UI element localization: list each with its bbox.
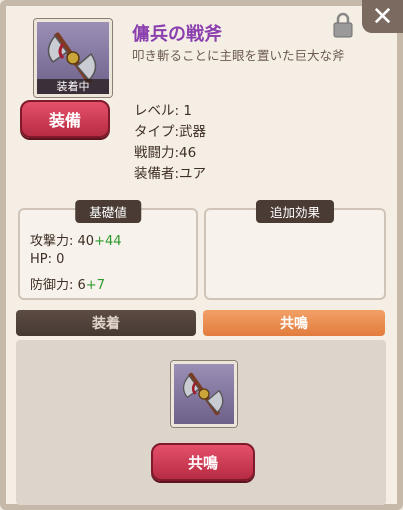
owner-text: 装備者:ユア <box>134 166 207 182</box>
equip-button[interactable]: 装備 <box>20 100 110 138</box>
hp-row: HP: 0 <box>30 252 65 267</box>
close-icon: ✕ <box>371 1 394 32</box>
base-values-box: 基礎値 攻撃力: 40+44 HP: 0 防御力: 6+7 <box>18 200 198 300</box>
power-text: 戦闘力:46 <box>134 145 197 161</box>
defense-bonus: +7 <box>85 278 105 293</box>
defense-value: 防御力: 6 <box>30 278 86 293</box>
tab-equip[interactable]: 装着 <box>16 310 196 336</box>
type-text: タイプ:武器 <box>134 124 207 140</box>
attack-row: 攻撃力: 40+44 <box>30 230 122 249</box>
item-icon-frame: 装着中 <box>34 19 112 97</box>
attack-bonus: +44 <box>94 234 122 249</box>
item-name: 傭兵の戦斧 <box>132 24 222 45</box>
extra-effects-box: 追加効果 <box>204 200 386 300</box>
close-button[interactable]: ✕ <box>362 0 403 33</box>
defense-row: 防御力: 6+7 <box>30 274 105 293</box>
extra-effects-label: 追加効果 <box>255 200 335 223</box>
tab-resonance[interactable]: 共鳴 <box>203 310 385 336</box>
item-description: 叩き斬ることに主眼を置いた巨大な斧 <box>132 48 345 63</box>
level-text: レベル: 1 <box>134 103 192 119</box>
attack-value: 攻撃力: 40 <box>30 234 95 249</box>
resonance-item-slot[interactable] <box>171 361 237 427</box>
battle-axe-icon <box>182 372 224 416</box>
equipped-tag: 装着中 <box>37 79 109 94</box>
resonate-button[interactable]: 共鳴 <box>151 443 255 481</box>
base-values-label: 基礎値 <box>75 200 141 223</box>
lock-icon[interactable] <box>332 12 354 38</box>
